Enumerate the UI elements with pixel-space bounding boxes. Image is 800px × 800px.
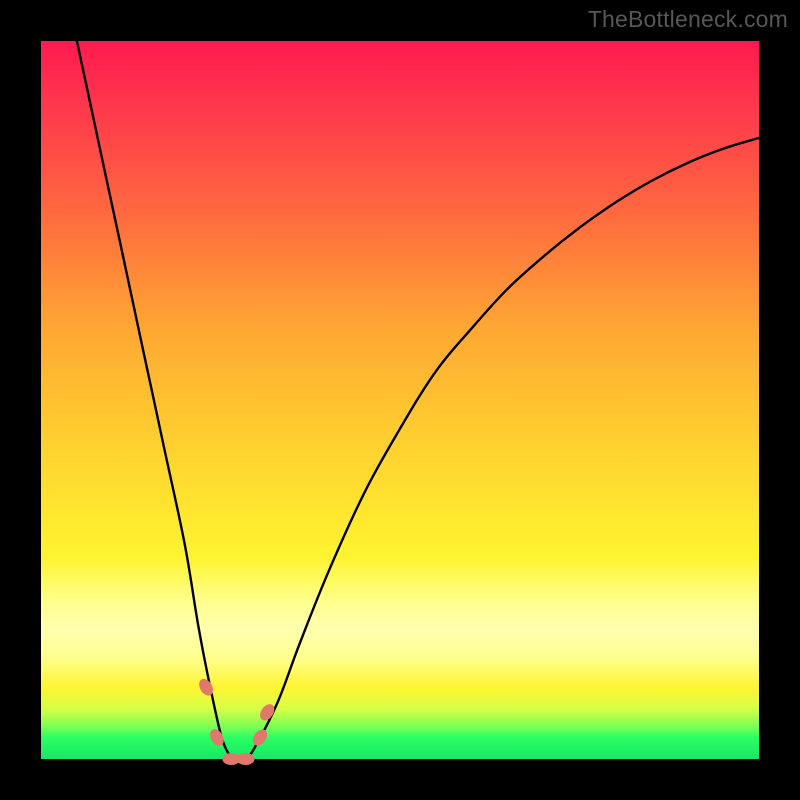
plot-area [41,41,759,759]
trough-dot-2 [237,753,255,765]
right-lower-dot [250,727,270,749]
chart-frame: TheBottleneck.com [0,0,800,800]
watermark-text: TheBottleneck.com [588,6,788,33]
marker-group [196,676,277,765]
bottleneck-curve [77,41,759,761]
curve-svg [41,41,759,759]
